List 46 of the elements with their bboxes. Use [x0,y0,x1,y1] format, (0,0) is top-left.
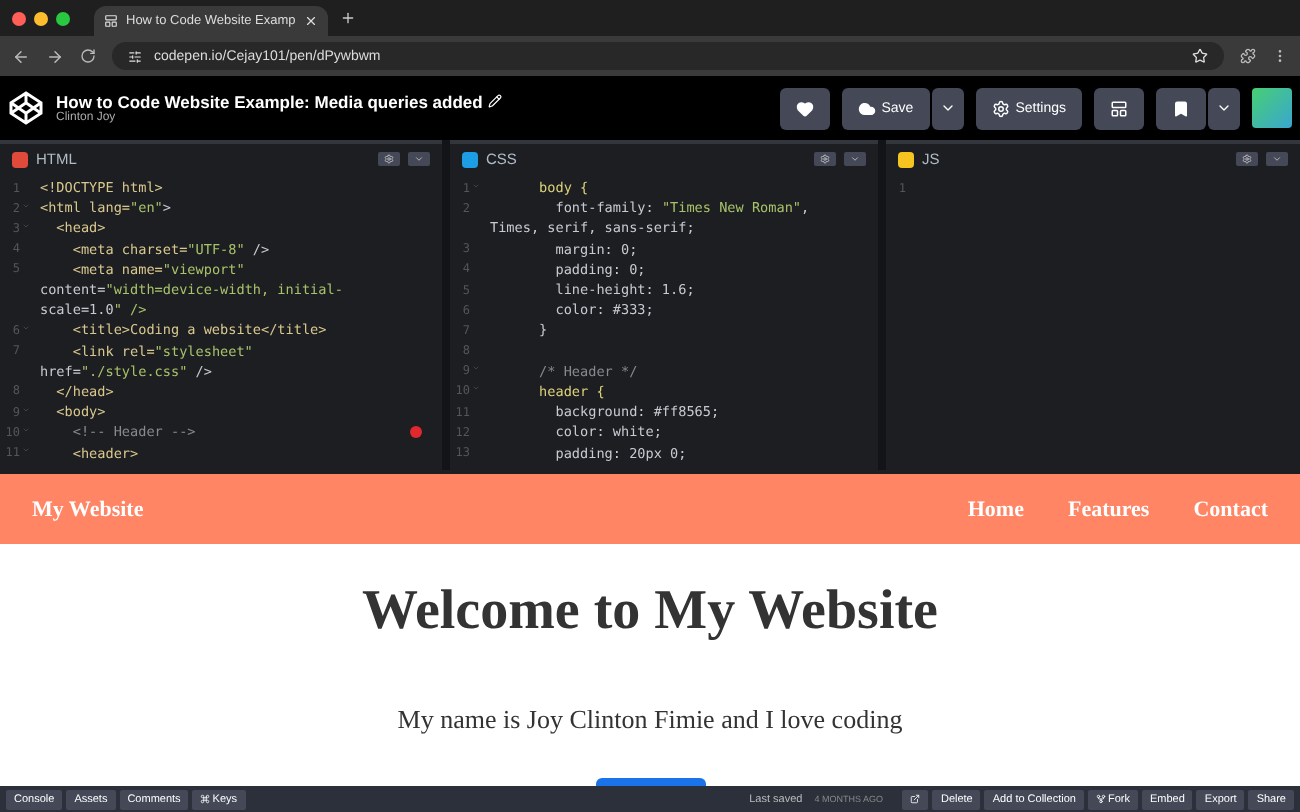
settings-icon [991,99,1010,117]
bookmark-button[interactable] [1156,87,1206,129]
bookmark-star-icon [1192,48,1208,64]
editor-settings-button[interactable] [1236,152,1258,166]
page-heading: Welcome to My Website [360,580,940,644]
close-icon [303,14,318,28]
save-options-button[interactable] [931,87,964,129]
caret-icon [850,154,860,164]
button-edge [595,778,705,786]
site-brand: My Website [32,497,146,521]
love-button[interactable] [779,87,830,129]
settings-icon [1242,154,1252,164]
caret-icon [1272,154,1282,164]
html-icon [12,151,28,167]
bookmark-icon [1172,99,1190,117]
caret-icon [939,100,956,116]
reload-icon [80,48,96,64]
extensions-icon [1240,48,1256,64]
bookmark-options-button[interactable] [1208,87,1240,129]
editor-settings-button[interactable] [378,152,400,166]
editor-settings-button[interactable] [814,152,836,166]
back-icon [12,47,30,65]
fork-icon [1095,794,1106,804]
forward-icon [46,47,64,65]
cloud-icon [857,99,876,117]
new-tab-icon [339,10,356,26]
external-link-icon [910,794,921,804]
layout-button[interactable] [1094,87,1144,129]
close-dot [12,11,26,25]
settings-icon [820,154,830,164]
maximize-dot [56,11,70,25]
pen-title: How to Code Website Example: Media queries added [56,92,768,112]
caret-icon [1216,100,1232,116]
command-icon [200,794,211,804]
settings-icon [384,154,394,164]
pencil-icon [487,94,502,108]
js-icon [898,151,914,167]
css-icon [462,151,478,167]
caret-icon [414,154,424,164]
site-settings-icon [128,49,142,63]
layout-icon [1110,99,1128,117]
heart-icon [795,99,814,117]
open-external-button[interactable] [902,789,929,809]
intro-paragraph: My name is Joy Clinton Fimie and I love coding [395,704,905,738]
minimize-dot [34,11,48,25]
codepen-logo-icon [8,90,44,126]
